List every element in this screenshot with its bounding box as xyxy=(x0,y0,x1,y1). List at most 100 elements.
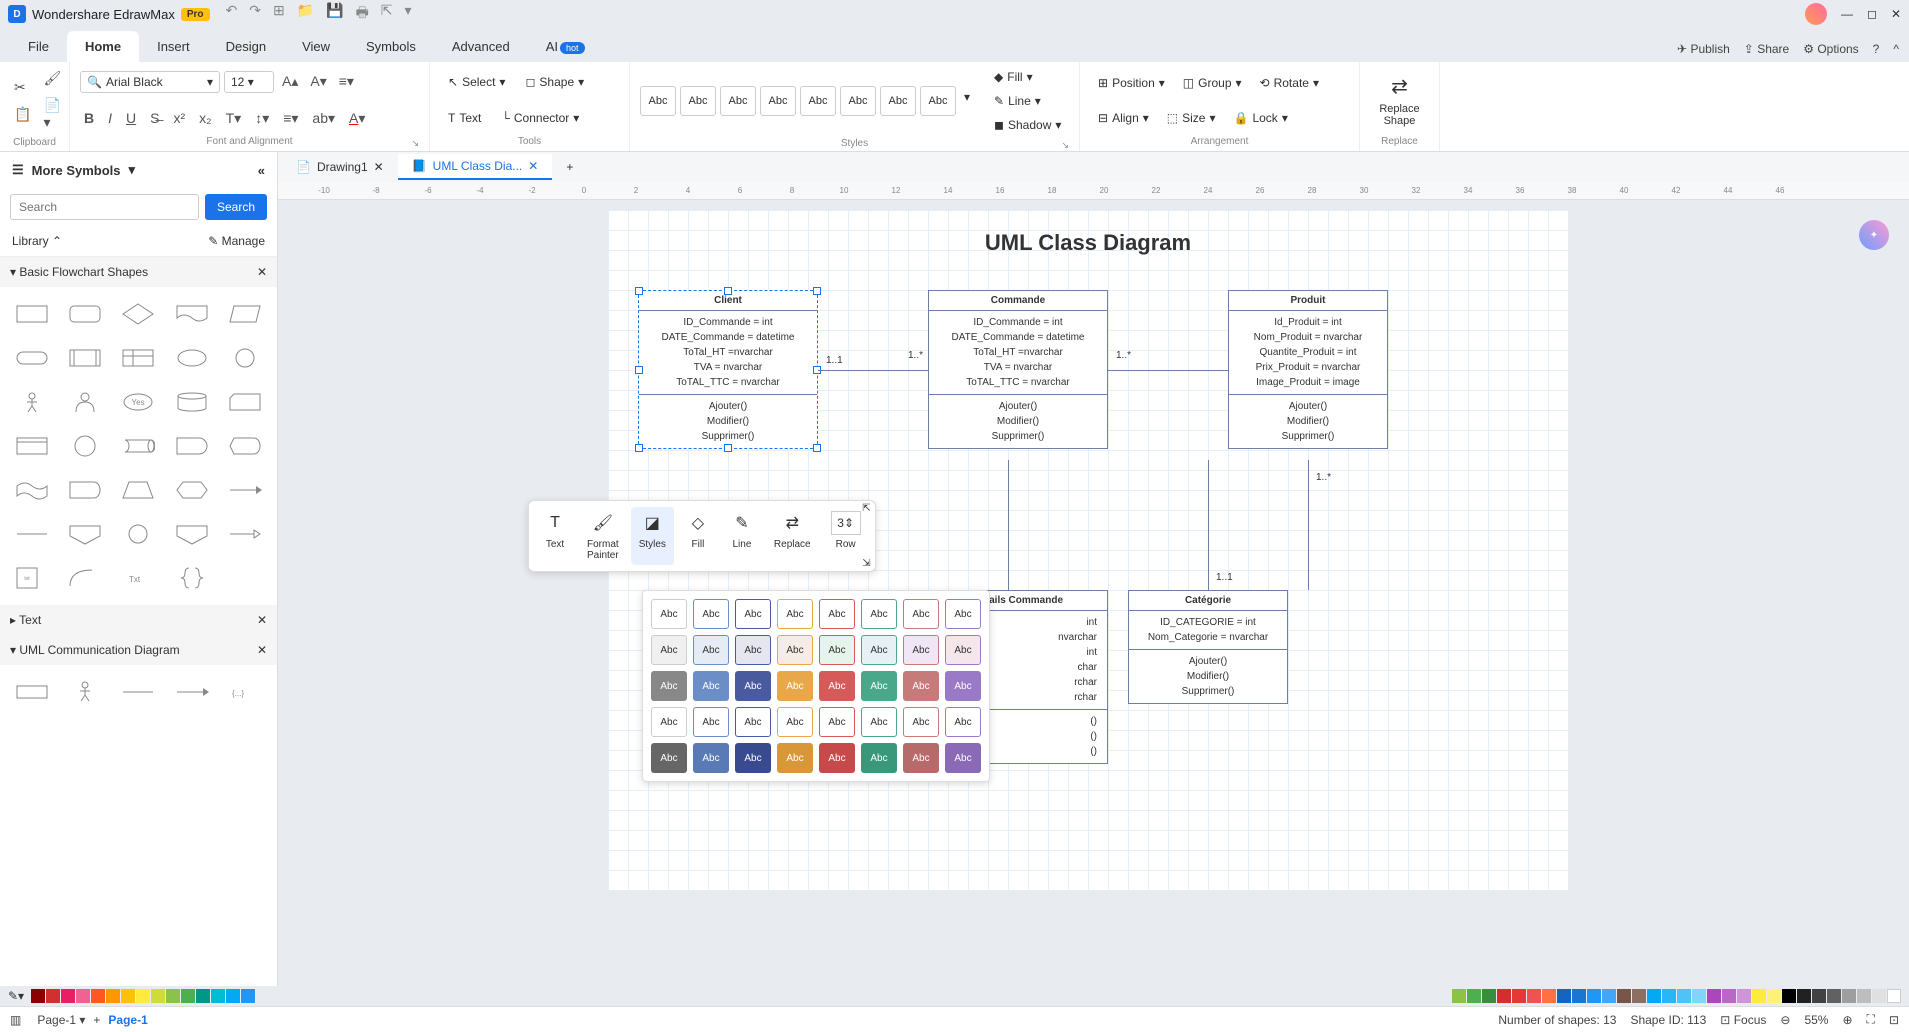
eyedropper-icon[interactable]: ✎▾ xyxy=(8,989,24,1003)
shape-wave[interactable] xyxy=(10,473,53,507)
more-icon[interactable]: ▾ xyxy=(405,2,412,26)
fill-dropdown[interactable]: ◆ Fill ▾ xyxy=(986,66,1069,88)
color-swatch[interactable] xyxy=(1467,989,1481,1003)
style-preset[interactable]: Abc xyxy=(945,599,981,629)
connector[interactable] xyxy=(818,370,928,371)
close-category-icon[interactable]: ✕ xyxy=(257,265,267,279)
avatar[interactable] xyxy=(1805,3,1827,25)
lock-dropdown[interactable]: 🔒 Lock▾ xyxy=(1226,107,1296,129)
color-swatch[interactable] xyxy=(211,989,225,1003)
menu-home[interactable]: Home xyxy=(67,31,139,62)
close-icon[interactable]: ✕ xyxy=(1891,7,1901,21)
menu-file[interactable]: File xyxy=(10,31,67,62)
uml-class-client[interactable]: Client ID_Commande = intDATE_Commande = … xyxy=(638,290,818,449)
tab-uml[interactable]: 📘 UML Class Dia... ✕ xyxy=(398,154,553,180)
replace-shape-button[interactable]: Replace Shape xyxy=(1379,103,1419,127)
color-swatch[interactable] xyxy=(151,989,165,1003)
line-spacing-icon[interactable]: ↕▾ xyxy=(251,106,273,131)
float-format-painter-button[interactable]: 🖌Format Painter xyxy=(579,507,627,565)
color-swatch[interactable] xyxy=(1722,989,1736,1003)
style-preset[interactable]: Abc xyxy=(819,671,855,701)
shape-terminator[interactable] xyxy=(10,341,53,375)
text-case-icon[interactable]: T▾ xyxy=(222,106,246,131)
shape-predefined[interactable] xyxy=(63,341,106,375)
style-swatch[interactable]: Abc xyxy=(640,86,676,116)
selection-handle[interactable] xyxy=(635,287,643,295)
close-tab-icon[interactable]: ✕ xyxy=(528,159,538,173)
save-icon[interactable]: 💾 xyxy=(326,2,343,26)
style-preset[interactable]: Abc xyxy=(945,707,981,737)
tab-drawing1[interactable]: 📄 Drawing1 ✕ xyxy=(282,155,398,179)
export-icon[interactable]: ⇱ xyxy=(381,2,393,26)
highlight-icon[interactable]: ab▾ xyxy=(308,106,339,131)
color-swatch[interactable] xyxy=(1737,989,1751,1003)
focus-button[interactable]: ⊡ Focus xyxy=(1720,1013,1766,1027)
subscript-icon[interactable]: x₂ xyxy=(195,106,215,131)
shape-circle[interactable] xyxy=(224,341,267,375)
style-preset[interactable]: Abc xyxy=(903,599,939,629)
category-uml[interactable]: ▾ UML Communication Diagram ✕ xyxy=(0,635,277,665)
style-preset[interactable]: Abc xyxy=(735,635,771,665)
color-swatch[interactable] xyxy=(1842,989,1856,1003)
color-swatch[interactable] xyxy=(1767,989,1781,1003)
color-swatch[interactable] xyxy=(1692,989,1706,1003)
style-preset[interactable]: Abc xyxy=(693,671,729,701)
shape-stadium[interactable] xyxy=(63,473,106,507)
text-tool[interactable]: T Text xyxy=(440,107,489,129)
select-tool[interactable]: ↖ Select ▾ xyxy=(440,71,513,93)
maximize-icon[interactable]: ◻ xyxy=(1867,7,1877,21)
shape-table[interactable] xyxy=(10,429,53,463)
superscript-icon[interactable]: x² xyxy=(169,106,189,131)
shape-hexagon[interactable] xyxy=(170,473,213,507)
style-swatch[interactable]: Abc xyxy=(880,86,916,116)
style-preset[interactable]: Abc xyxy=(735,743,771,773)
redo-icon[interactable]: ↷ xyxy=(249,2,261,26)
increase-font-icon[interactable]: A▴ xyxy=(278,69,302,94)
style-preset[interactable]: Abc xyxy=(777,743,813,773)
style-preset[interactable]: Abc xyxy=(693,599,729,629)
zoom-level[interactable]: 55% xyxy=(1804,1013,1828,1027)
search-button[interactable]: Search xyxy=(205,194,267,220)
style-preset[interactable]: Abc xyxy=(945,635,981,665)
float-line-button[interactable]: ✎Line xyxy=(722,507,762,565)
minimize-icon[interactable]: — xyxy=(1841,7,1853,21)
color-swatch[interactable] xyxy=(1857,989,1871,1003)
shape-uml-actor[interactable] xyxy=(63,675,106,709)
style-preset[interactable]: Abc xyxy=(861,743,897,773)
pin-icon[interactable]: ⇱ xyxy=(862,503,870,514)
connector[interactable] xyxy=(1308,460,1309,590)
color-swatch[interactable] xyxy=(1797,989,1811,1003)
float-replace-button[interactable]: ⇄Replace xyxy=(766,507,819,565)
ai-assistant-icon[interactable]: ✦ xyxy=(1859,220,1889,250)
style-preset[interactable]: Abc xyxy=(945,671,981,701)
selection-handle[interactable] xyxy=(813,287,821,295)
shape-curve[interactable] xyxy=(63,561,106,595)
shape-circle2[interactable] xyxy=(63,429,106,463)
collapse-ribbon-icon[interactable]: ^ xyxy=(1893,42,1899,56)
color-swatch[interactable] xyxy=(1497,989,1511,1003)
style-preset[interactable]: Abc xyxy=(819,635,855,665)
style-preset[interactable]: Abc xyxy=(777,599,813,629)
style-preset[interactable]: Abc xyxy=(777,635,813,665)
color-swatch[interactable] xyxy=(1872,989,1886,1003)
color-swatch[interactable] xyxy=(1572,989,1586,1003)
menu-advanced[interactable]: Advanced xyxy=(434,31,528,62)
more-symbols-label[interactable]: More Symbols xyxy=(32,163,121,178)
page-tab[interactable]: Page-1 xyxy=(108,1013,147,1027)
color-swatch[interactable] xyxy=(136,989,150,1003)
category-basic-flowchart[interactable]: ▾ Basic Flowchart Shapes ✕ xyxy=(0,257,277,287)
style-preset[interactable]: Abc xyxy=(651,599,687,629)
shape-parallelogram[interactable] xyxy=(224,297,267,331)
color-swatch[interactable] xyxy=(241,989,255,1003)
color-swatch[interactable] xyxy=(1752,989,1766,1003)
page-select[interactable]: Page-1 ▾ xyxy=(37,1013,85,1027)
style-preset[interactable]: Abc xyxy=(819,707,855,737)
shape-actor[interactable] xyxy=(10,385,53,419)
list-icon[interactable]: ≡▾ xyxy=(279,106,302,131)
add-page-button[interactable]: + xyxy=(93,1013,100,1027)
font-size-select[interactable]: 12 ▾ xyxy=(224,71,274,93)
color-swatch[interactable] xyxy=(1602,989,1616,1003)
style-preset[interactable]: Abc xyxy=(735,671,771,701)
library-label[interactable]: Library ⌃ xyxy=(12,234,62,248)
color-swatch[interactable] xyxy=(1677,989,1691,1003)
